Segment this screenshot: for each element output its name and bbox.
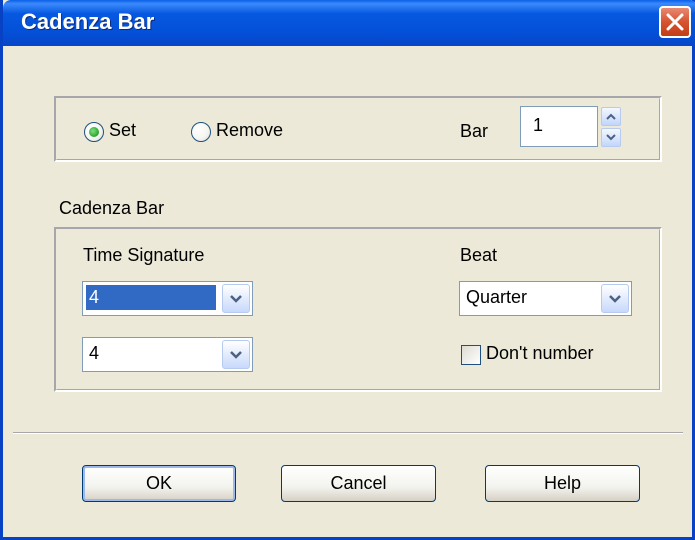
bar-spin-up-button[interactable] — [601, 107, 621, 126]
ok-button[interactable]: OK — [82, 465, 236, 502]
time-signature-denominator-select[interactable]: 4 — [82, 337, 253, 372]
bar-label: Bar — [460, 121, 489, 141]
beat-select[interactable]: Quarter — [459, 281, 632, 316]
help-button[interactable]: Help — [485, 465, 640, 502]
separator — [13, 432, 683, 434]
bar-number-value: 1 — [533, 115, 544, 135]
cancel-button[interactable]: Cancel — [281, 465, 436, 502]
bar-number-input[interactable]: 1 — [520, 106, 598, 147]
numerator-value: 4 — [86, 285, 216, 310]
remove-radio-label[interactable]: Remove — [216, 120, 283, 141]
remove-radio[interactable] — [191, 122, 211, 142]
numerator-dropdown-button[interactable] — [222, 284, 250, 313]
beat-dropdown-button[interactable] — [601, 284, 629, 313]
window-title: Cadenza Bar — [21, 9, 155, 34]
close-button[interactable] — [659, 6, 691, 38]
denominator-dropdown-button[interactable] — [222, 340, 250, 369]
arrow-up-icon — [606, 113, 616, 120]
beat-value: Quarter — [466, 287, 528, 307]
set-radio-label[interactable]: Set — [109, 120, 136, 141]
chevron-down-icon — [230, 351, 242, 359]
cadenza-bar-dialog: Cadenza Bar Set Remove Bar 1 Cadenza Bar… — [0, 0, 695, 540]
chevron-down-icon — [609, 295, 621, 303]
denominator-value: 4 — [89, 343, 100, 363]
title-bar[interactable]: Cadenza Bar — [3, 0, 695, 46]
dont-number-label[interactable]: Don't number — [486, 343, 594, 364]
arrow-down-icon — [606, 134, 616, 141]
set-radio[interactable] — [84, 122, 104, 142]
chevron-down-icon — [230, 295, 242, 303]
close-icon — [666, 13, 684, 31]
beat-label: Beat — [460, 245, 498, 265]
dont-number-checkbox[interactable] — [461, 345, 481, 365]
time-signature-numerator-select[interactable]: 4 — [82, 281, 253, 316]
cadenza-group-label: Cadenza Bar — [59, 198, 165, 218]
time-signature-label: Time Signature — [83, 245, 205, 265]
dialog-body: Set Remove Bar 1 Cadenza Bar Time Signat… — [3, 46, 695, 540]
bar-spin-down-button[interactable] — [601, 128, 621, 147]
